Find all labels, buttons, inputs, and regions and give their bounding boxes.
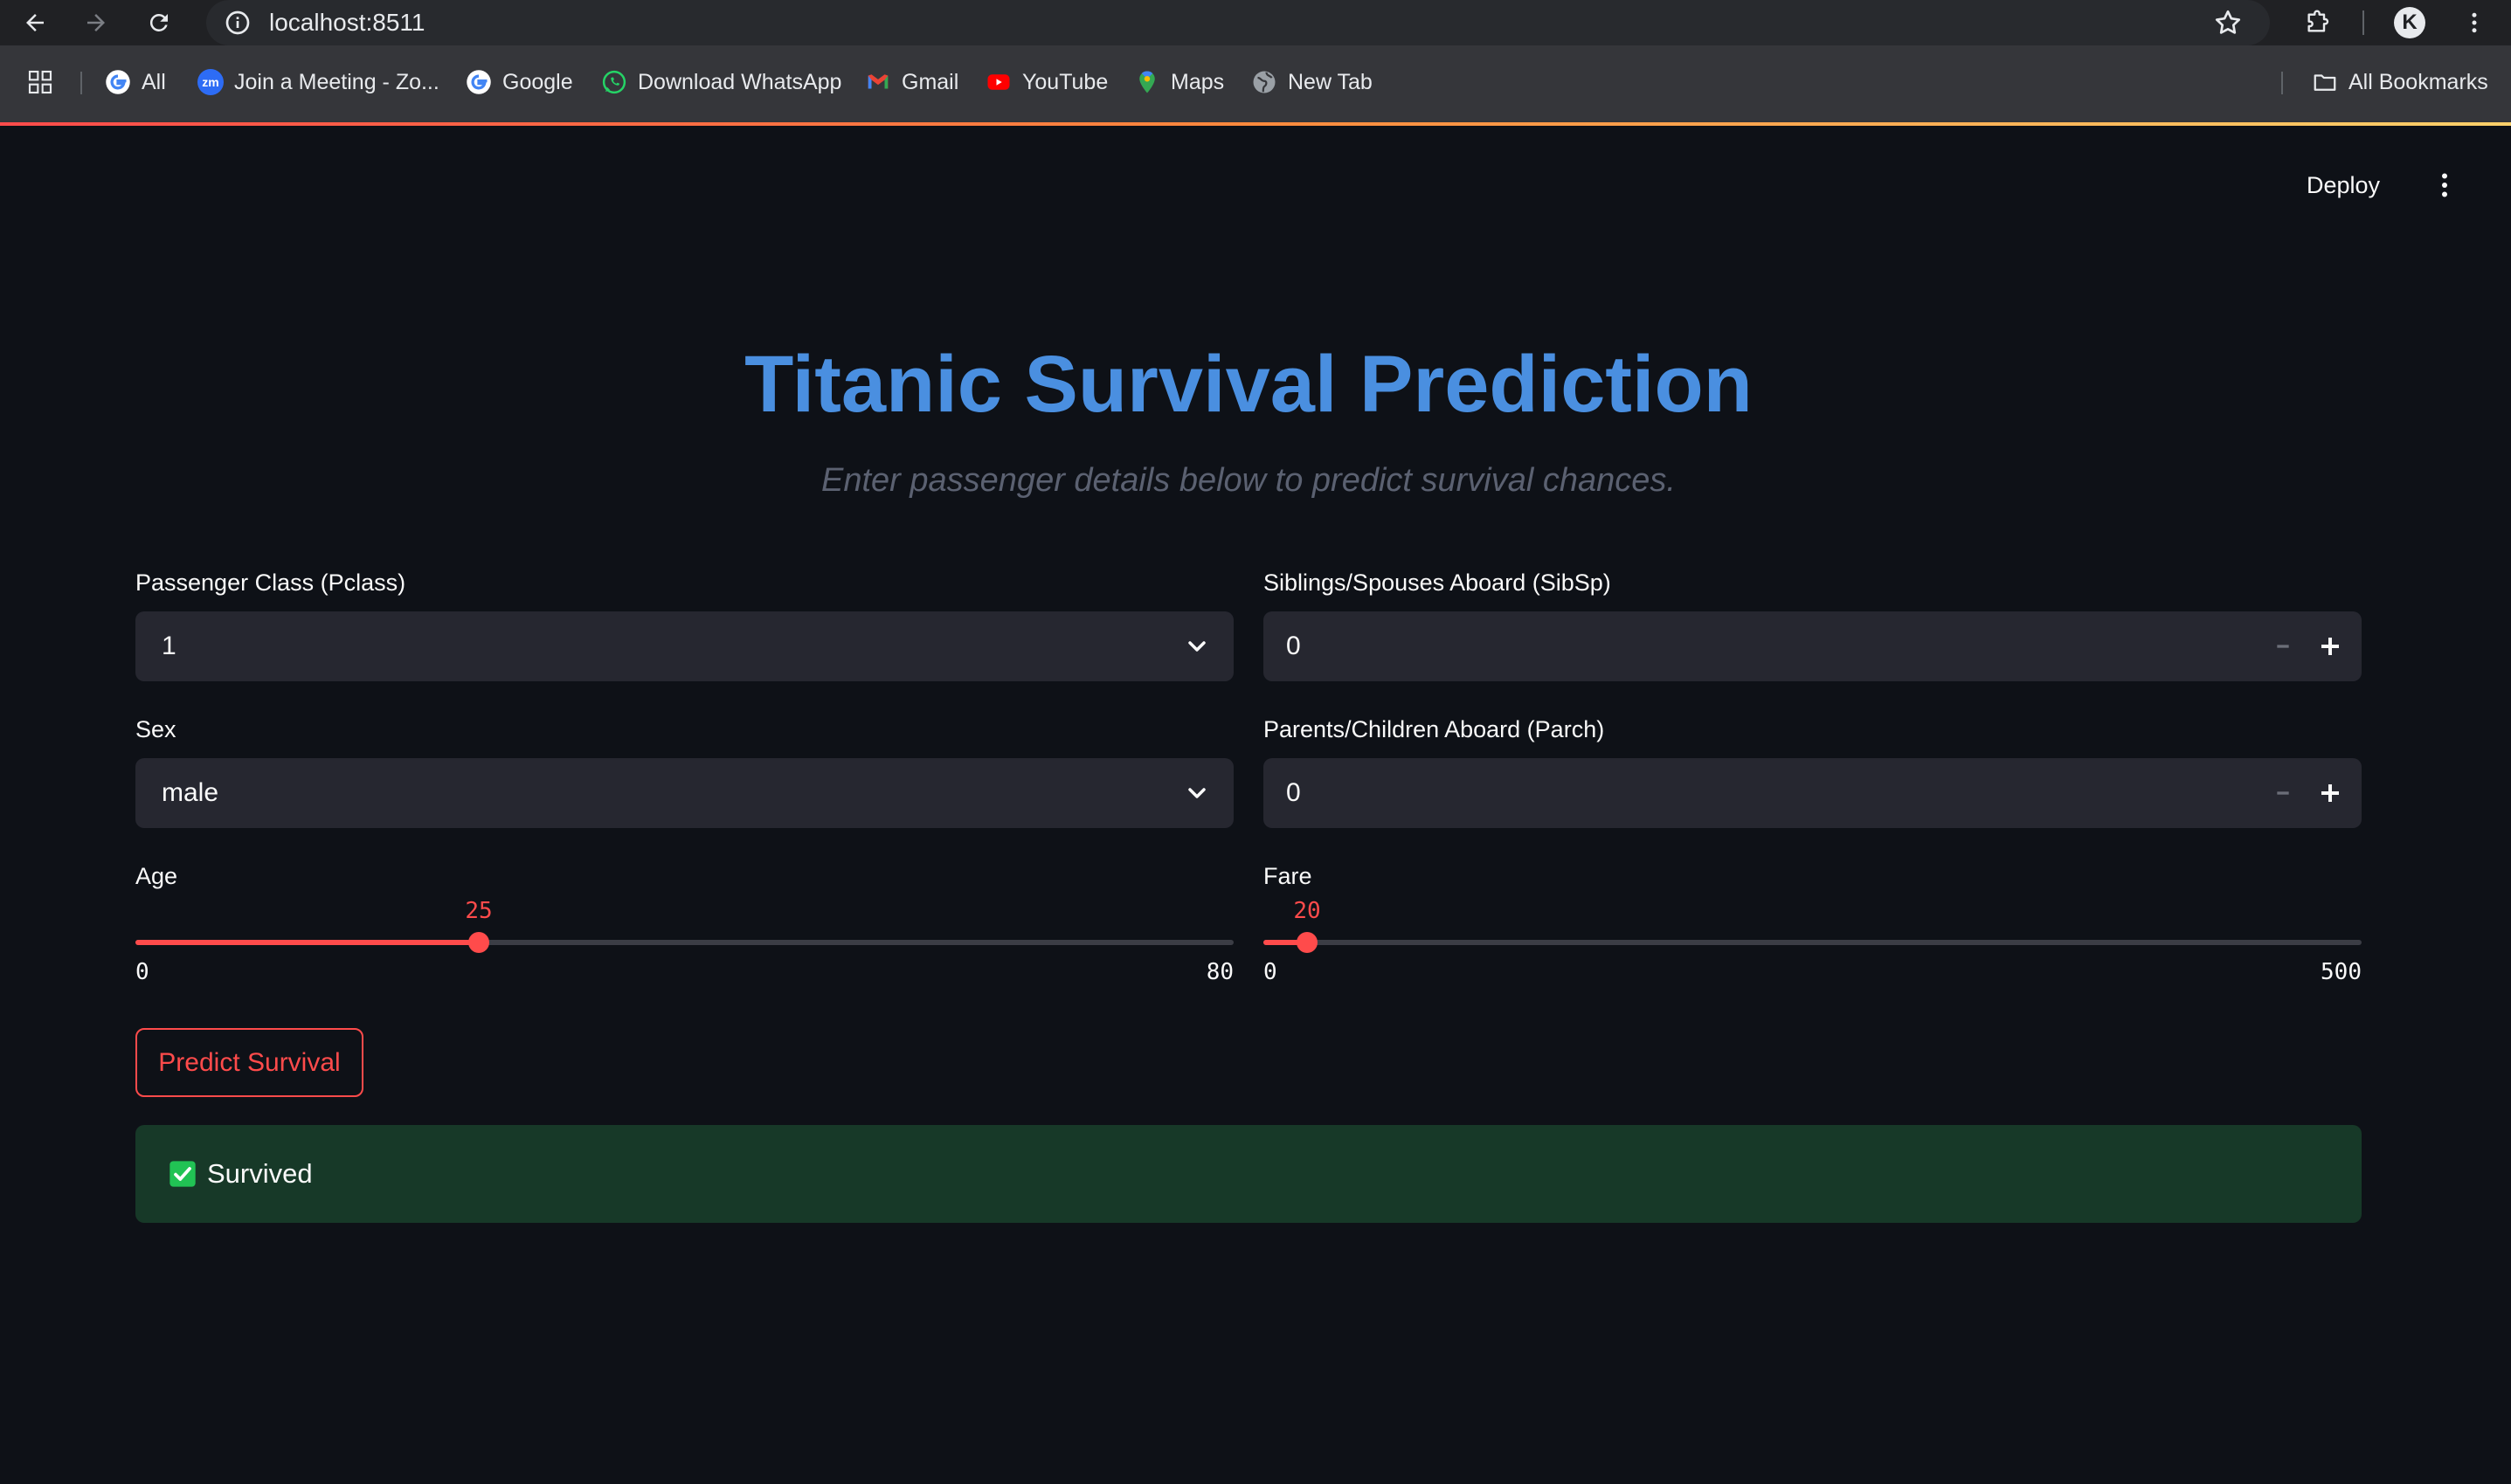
slider-current-value: 20 <box>1293 898 1321 924</box>
bookmarks-divider <box>2281 72 2283 94</box>
predict-survival-button[interactable]: Predict Survival <box>135 1028 363 1097</box>
google-icon <box>466 69 492 95</box>
reload-button[interactable] <box>142 5 176 40</box>
app-top-decoration <box>0 122 2511 126</box>
chevron-down-icon <box>1188 788 1206 798</box>
pclass-label: Passenger Class (Pclass) <box>135 569 406 596</box>
folder-icon <box>2312 69 2338 95</box>
url-text[interactable]: localhost:8511 <box>269 7 425 38</box>
parch-label: Parents/Children Aboard (Parch) <box>1263 716 1605 742</box>
bookmark-all[interactable]: All <box>105 65 166 100</box>
bookmark-maps[interactable]: Maps <box>1134 65 1224 100</box>
page-subtitle: Enter passenger details below to predict… <box>821 462 1676 499</box>
whatsapp-icon <box>601 69 627 95</box>
slider-thumb[interactable] <box>468 932 489 953</box>
slider-min-label: 0 <box>135 959 149 985</box>
slider-thumb[interactable] <box>1297 932 1318 953</box>
app-menu-button[interactable] <box>2429 168 2460 203</box>
address-bar[interactable]: localhost:8511 <box>206 0 2270 45</box>
avatar: K <box>2394 7 2425 38</box>
slider-fill <box>135 940 479 945</box>
page-title: Titanic Survival Prediction <box>744 340 1753 429</box>
bookmark-zoom[interactable]: zm Join a Meeting - Zo... <box>197 65 439 100</box>
plus-icon[interactable] <box>2304 629 2356 664</box>
sex-select[interactable]: male <box>135 758 1234 828</box>
check-box-icon <box>169 1161 196 1187</box>
vertical-dots-icon <box>2442 173 2447 197</box>
deploy-button[interactable]: Deploy <box>2307 168 2380 203</box>
bookmark-label: Download WhatsApp <box>638 69 842 94</box>
sex-value: male <box>162 778 219 807</box>
sibsp-input[interactable]: 0 <box>1263 611 2362 681</box>
minus-icon[interactable] <box>2265 629 2300 664</box>
fare-slider[interactable]: 20 0 500 <box>1263 898 2362 992</box>
back-arrow-icon <box>26 14 44 31</box>
pclass-value: 1 <box>162 632 176 660</box>
zoom-icon: zm <box>197 69 224 95</box>
apps-grid-icon <box>28 70 52 94</box>
age-label: Age <box>135 863 178 889</box>
minus-icon[interactable] <box>2265 776 2300 811</box>
sibsp-value[interactable]: 0 <box>1286 629 1301 664</box>
vertical-dots-icon <box>2472 12 2477 33</box>
gmail-icon <box>865 69 891 95</box>
puzzle-icon <box>2307 10 2329 32</box>
bookmark-gmail[interactable]: Gmail <box>865 65 958 100</box>
google-icon <box>105 69 131 95</box>
prediction-result-alert: Survived <box>135 1125 2362 1223</box>
parch-value[interactable]: 0 <box>1286 776 1301 811</box>
toolbar-divider <box>2362 10 2364 35</box>
bookmark-label: Google <box>502 69 573 94</box>
bookmark-new-tab[interactable]: New Tab <box>1251 65 1373 100</box>
plus-icon[interactable] <box>2304 776 2356 811</box>
slider-track[interactable] <box>1263 940 2362 945</box>
slider-current-value: 25 <box>465 898 493 924</box>
all-bookmarks-label: All Bookmarks <box>2348 69 2488 94</box>
slider-max-label: 80 <box>1206 959 1234 985</box>
site-info-icon[interactable] <box>224 9 252 37</box>
back-button[interactable] <box>17 5 52 40</box>
globe-icon <box>1251 69 1277 95</box>
chevron-down-icon <box>1188 641 1206 652</box>
prediction-result-text: Survived <box>207 1158 313 1189</box>
zoom-badge: zm <box>202 75 219 89</box>
bookmark-label: All <box>142 69 166 94</box>
bookmarks-bar: All zm Join a Meeting - Zo... Google Dow… <box>0 45 2511 125</box>
bookmark-google[interactable]: Google <box>466 65 573 100</box>
forward-button[interactable] <box>79 5 114 40</box>
browser-menu-button[interactable] <box>2457 5 2492 40</box>
slider-max-label: 500 <box>2321 959 2362 985</box>
slider-min-label: 0 <box>1263 959 1277 985</box>
sex-label: Sex <box>135 716 176 742</box>
browser-chrome: localhost:8511 K All zm Join a Meeting -… <box>0 0 2511 126</box>
forward-arrow-icon <box>87 14 105 31</box>
pclass-select[interactable]: 1 <box>135 611 1234 681</box>
bookmark-label: Join a Meeting - Zo... <box>234 69 439 94</box>
fare-label: Fare <box>1263 863 1312 889</box>
bookmark-label: Maps <box>1171 69 1225 94</box>
bookmark-label: New Tab <box>1288 69 1373 94</box>
avatar-initial: K <box>2402 10 2418 34</box>
bookmark-youtube[interactable]: YouTube <box>986 65 1108 100</box>
bookmarks-divider <box>80 72 82 94</box>
profile-button[interactable]: K <box>2392 5 2427 40</box>
reload-icon <box>149 13 168 31</box>
sibsp-label: Siblings/Spouses Aboard (SibSp) <box>1263 569 1611 596</box>
extensions-button[interactable] <box>2300 5 2335 40</box>
bookmark-label: Gmail <box>902 69 959 94</box>
apps-button[interactable] <box>26 65 54 100</box>
bookmark-whatsapp[interactable]: Download WhatsApp <box>601 65 841 100</box>
age-slider[interactable]: 25 0 80 <box>135 898 1234 992</box>
browser-toolbar: localhost:8511 K <box>0 0 2511 45</box>
all-bookmarks-button[interactable]: All Bookmarks <box>2312 65 2488 100</box>
bookmark-label: YouTube <box>1022 69 1109 94</box>
maps-icon <box>1134 69 1160 95</box>
parch-input[interactable]: 0 <box>1263 758 2362 828</box>
youtube-icon <box>986 69 1012 95</box>
bookmark-star-icon[interactable] <box>2212 7 2244 38</box>
